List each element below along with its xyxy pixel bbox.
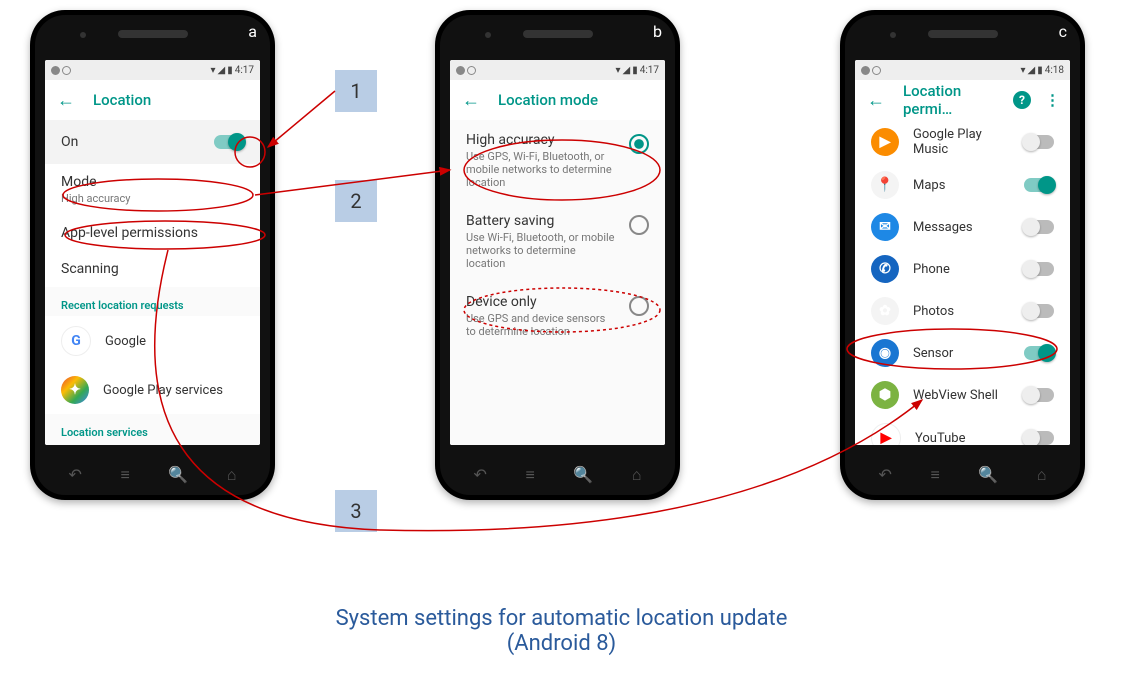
app-permission-row[interactable]: ✆ Phone [855,248,1070,290]
section-recent: Recent location requests [45,287,260,316]
app-permission-row[interactable]: ▶ YouTube [855,416,1070,445]
toggle-switch[interactable] [214,135,244,149]
permission-toggle[interactable] [1024,135,1054,149]
status-bar: ▾◢▮4:17 [450,60,665,80]
step-marker-1: 1 [335,70,377,112]
mode-subtitle: High accuracy [61,192,244,205]
google-icon: G [61,326,91,356]
app-level-permissions-row[interactable]: App-level permissions [45,215,260,251]
nav-buttons: ↶ ≡ 🔍 ⌂ [30,465,275,485]
app-icon: ✆ [871,255,899,283]
step-marker-2: 2 [335,180,377,222]
clock: 4:17 [640,65,659,76]
app-label: Google Play services [103,383,244,398]
phone-label-a: a [248,22,257,41]
app-name-label: Phone [913,262,1010,277]
radio-button[interactable] [629,215,649,235]
permission-toggle[interactable] [1024,346,1054,360]
status-bar: ▾◢▮4:18 [855,60,1070,80]
scanning-label: Scanning [61,261,244,277]
step-marker-3: 3 [335,490,377,532]
permission-toggle[interactable] [1024,178,1054,192]
status-bar: ▾◢▮4:17 [45,60,260,80]
section-services: Location services [45,414,260,443]
recent-nav-icon[interactable]: ≡ [120,465,129,485]
nav-buttons: ↶≡🔍⌂ [435,465,680,485]
play-services-icon: ✦ [61,376,89,404]
app-name-label: Google Play Music [913,127,1010,157]
app-name-label: Maps [913,178,1010,193]
app-icon: 📍 [871,171,899,199]
permission-toggle[interactable] [1024,262,1054,276]
overflow-menu-icon[interactable]: ⋮ [1045,91,1058,109]
app-name-label: Photos [913,304,1010,319]
opt1-title: High accuracy [466,132,617,148]
opt1-sub: Use GPS, Wi-Fi, Bluetooth, or mobile net… [466,150,617,189]
app-name-label: Sensor [913,346,1010,361]
applevel-label: App-level permissions [61,225,244,241]
help-icon[interactable]: ? [1013,91,1031,109]
option-battery-saving[interactable]: Battery saving Use Wi-Fi, Bluetooth, or … [450,201,665,282]
search-nav-icon[interactable]: 🔍 [168,465,188,485]
app-label: Google [105,334,244,349]
app-name-label: Messages [913,220,1010,235]
caption-line2: (Android 8) [336,631,788,656]
app-permission-row[interactable]: ▶ Google Play Music [855,120,1070,164]
phone-label-b: b [653,22,662,41]
app-name-label: YouTube [915,431,1010,446]
opt3-sub: Use GPS and device sensors to determine … [466,312,617,338]
mode-row[interactable]: Mode High accuracy [45,164,260,215]
permission-toggle[interactable] [1024,388,1054,402]
app-icon: ▶ [871,423,901,445]
app-icon: ◉ [871,339,899,367]
app-permission-row[interactable]: ✿ Photos [855,290,1070,332]
phone-label-c: c [1059,22,1067,41]
app-permission-row[interactable]: ⬢ WebView Shell [855,374,1070,416]
recent-app-playservices[interactable]: ✦ Google Play services [45,366,260,414]
wifi-icon: ▾ [210,65,215,76]
signal-icon: ◢ [217,65,225,76]
app-icon: ✉ [871,213,899,241]
radio-button[interactable] [629,134,649,154]
app-permission-row[interactable]: ◉ Sensor [855,332,1070,374]
opt2-sub: Use Wi-Fi, Bluetooth, or mobile networks… [466,231,617,270]
clock: 4:18 [1045,65,1064,76]
clock: 4:17 [235,65,254,76]
app-icon: ▶ [871,128,899,156]
mode-title: Mode [61,174,244,190]
back-icon[interactable]: ← [462,90,480,111]
on-label: On [61,134,78,150]
app-name-label: WebView Shell [913,388,1010,403]
home-nav-icon[interactable]: ⌂ [227,465,237,485]
app-permission-row[interactable]: 📍 Maps [855,164,1070,206]
page-title: Location permi… [903,82,995,118]
option-device-only[interactable]: Device only Use GPS and device sensors t… [450,282,665,350]
page-title: Location [93,91,151,109]
permission-toggle[interactable] [1024,220,1054,234]
caption: System settings for automatic location u… [336,606,788,656]
caption-line1: System settings for automatic location u… [336,606,788,631]
recent-app-google[interactable]: G Google [45,316,260,366]
radio-button[interactable] [629,296,649,316]
opt3-title: Device only [466,294,617,310]
scanning-row[interactable]: Scanning [45,251,260,287]
app-icon: ✿ [871,297,899,325]
page-title: Location mode [498,91,598,109]
option-high-accuracy[interactable]: High accuracy Use GPS, Wi-Fi, Bluetooth,… [450,120,665,201]
permission-toggle[interactable] [1024,431,1054,445]
app-icon: ⬢ [871,381,899,409]
app-permission-row[interactable]: ✉ Messages [855,206,1070,248]
permission-toggle[interactable] [1024,304,1054,318]
nav-buttons: ↶≡🔍⌂ [840,465,1085,485]
battery-icon: ▮ [227,65,233,76]
back-icon[interactable]: ← [57,90,75,111]
back-icon[interactable]: ← [867,90,885,111]
opt2-title: Battery saving [466,213,617,229]
location-master-toggle[interactable]: On [45,120,260,164]
back-nav-icon[interactable]: ↶ [69,465,82,485]
